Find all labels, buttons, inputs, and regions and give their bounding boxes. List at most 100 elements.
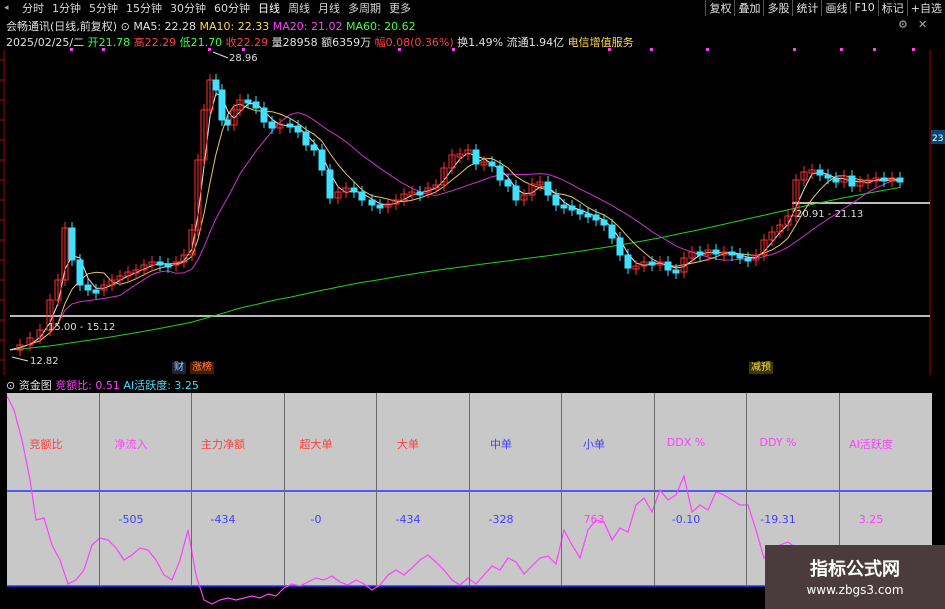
candle-body bbox=[326, 169, 334, 199]
event-marker bbox=[650, 48, 653, 51]
candle-body bbox=[544, 181, 552, 196]
candle-body bbox=[504, 179, 512, 187]
sub-panel-name: 资金图 bbox=[18, 379, 52, 392]
candle-body bbox=[268, 121, 276, 129]
candle-body bbox=[624, 254, 632, 269]
low-pointer bbox=[11, 356, 29, 362]
column-separator bbox=[99, 393, 100, 586]
header-ai-activity: AI活跃度 bbox=[849, 438, 893, 451]
high-price-label: 28.96 bbox=[229, 53, 258, 64]
header-jingebi: 竞额比 bbox=[29, 438, 63, 451]
value-ai-activity: 3.25 bbox=[858, 513, 884, 526]
candle-body bbox=[816, 169, 824, 176]
watermark-logo: 指标公式网 www.zbgs3.com bbox=[765, 545, 945, 609]
range-label-2: 20.91 - 21.13 bbox=[796, 209, 863, 220]
sub-panel-title: ⊙ 资金图 竞额比: 0.51 AI活跃度: 3.25 bbox=[6, 377, 199, 393]
candle-body bbox=[294, 125, 302, 133]
event-markers bbox=[70, 48, 915, 51]
event-marker bbox=[793, 48, 796, 51]
value-super-large: -0 bbox=[310, 513, 322, 526]
candle-body bbox=[880, 177, 888, 182]
value-ddy: -19.31 bbox=[760, 513, 796, 526]
candle-body bbox=[584, 213, 592, 218]
event-marker bbox=[840, 48, 843, 51]
candle-body bbox=[358, 191, 366, 201]
candle-body bbox=[736, 253, 744, 259]
event-marker bbox=[242, 48, 245, 51]
header-medium: 中单 bbox=[490, 438, 512, 451]
candle-body bbox=[260, 107, 268, 123]
header-ddy: DDY % bbox=[759, 436, 797, 449]
candle-body bbox=[302, 131, 310, 146]
value-large: -434 bbox=[395, 513, 421, 526]
value-net-inflow: -505 bbox=[118, 513, 144, 526]
column-separator bbox=[191, 393, 192, 586]
candle-body bbox=[68, 227, 76, 261]
high-pointer bbox=[212, 51, 229, 59]
reduction-badge[interactable]: 减预 bbox=[749, 362, 773, 374]
axis-right-label: 23 bbox=[932, 134, 943, 144]
finance-badge[interactable]: 财 bbox=[172, 362, 186, 374]
candle-body bbox=[84, 284, 92, 291]
event-marker bbox=[102, 48, 105, 51]
candle-body bbox=[744, 257, 752, 262]
event-marker bbox=[912, 48, 915, 51]
value-medium: -328 bbox=[488, 513, 514, 526]
watermark-title: 指标公式网 bbox=[810, 559, 900, 580]
candle-body bbox=[318, 149, 326, 171]
event-marker bbox=[70, 48, 73, 51]
header-net-inflow: 净流入 bbox=[114, 438, 148, 451]
candle-body bbox=[600, 219, 608, 226]
column-separator bbox=[376, 393, 377, 586]
header-small: 小单 bbox=[583, 438, 605, 451]
y-ticks bbox=[0, 59, 4, 361]
candle-body bbox=[310, 144, 318, 151]
candle-body bbox=[616, 237, 624, 256]
candle-body bbox=[92, 289, 100, 294]
event-marker bbox=[706, 48, 709, 51]
sub-indicator-1: 竞额比: 0.51 bbox=[55, 379, 120, 392]
candle-body bbox=[286, 123, 294, 128]
value-main-net: -434 bbox=[210, 513, 236, 526]
candle-body bbox=[608, 224, 616, 239]
candle-body bbox=[164, 263, 172, 268]
candle-body bbox=[672, 269, 680, 274]
candle-body bbox=[252, 101, 260, 109]
candle-body bbox=[244, 99, 252, 104]
header-main-net: 主力净额 bbox=[201, 438, 245, 451]
column-separator bbox=[561, 393, 562, 586]
candle-body bbox=[552, 194, 560, 206]
candle-body bbox=[416, 191, 424, 196]
candle-body bbox=[848, 175, 856, 187]
header-ddx: DDX % bbox=[666, 436, 706, 449]
sub-settings-icon[interactable]: ⊙ bbox=[6, 379, 15, 392]
candle-body bbox=[156, 261, 164, 266]
candle-body bbox=[488, 161, 496, 167]
candle-body bbox=[350, 187, 358, 193]
low-price-label: 12.82 bbox=[30, 356, 59, 367]
ma20-line bbox=[9, 112, 901, 351]
candle-body bbox=[212, 79, 220, 91]
candle-body bbox=[512, 185, 520, 201]
column-separator bbox=[654, 393, 655, 586]
value-ddx: -0.10 bbox=[671, 513, 701, 526]
candle-body bbox=[218, 89, 226, 121]
ma10-line bbox=[9, 103, 901, 351]
candle-body bbox=[472, 149, 480, 165]
value-small: 763 bbox=[583, 513, 605, 526]
candle-body bbox=[496, 165, 504, 181]
candles bbox=[16, 74, 904, 356]
range-label-1: 15.00 - 15.12 bbox=[48, 322, 115, 333]
candle-body bbox=[560, 204, 568, 209]
event-marker bbox=[452, 48, 455, 51]
candle-body bbox=[592, 214, 600, 221]
candle-body bbox=[664, 261, 672, 271]
rise-list-badge[interactable]: 涨榜 bbox=[190, 362, 214, 374]
column-separator bbox=[284, 393, 285, 586]
candle-body bbox=[568, 205, 576, 211]
candle-body bbox=[832, 177, 840, 183]
candle-body bbox=[824, 174, 832, 179]
header-large: 大单 bbox=[397, 438, 419, 451]
candle-body bbox=[712, 249, 720, 255]
column-separator bbox=[746, 393, 747, 586]
